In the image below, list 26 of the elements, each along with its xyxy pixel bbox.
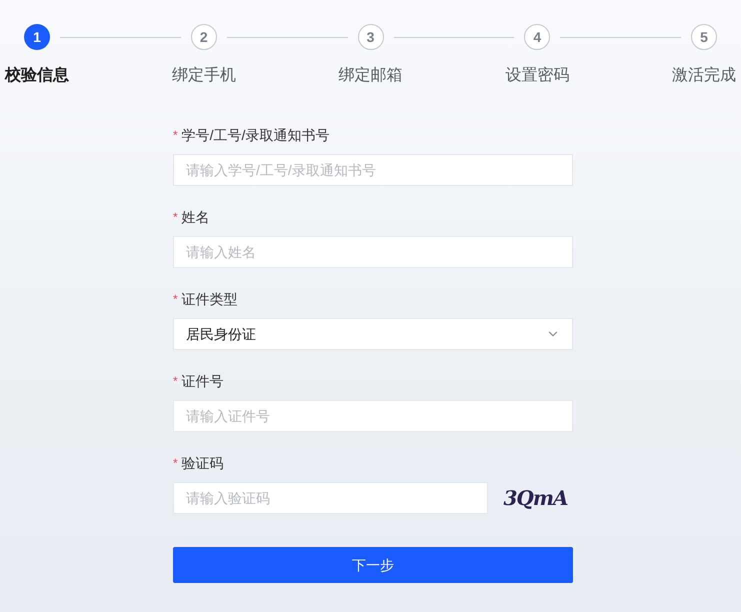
step-label: 绑定手机: [172, 66, 236, 86]
required-asterisk: *: [173, 127, 178, 144]
required-asterisk: *: [173, 455, 178, 472]
text-input[interactable]: 请输入学号/工号/录取通知书号: [173, 154, 573, 186]
step-number: 4: [524, 24, 550, 50]
next-button[interactable]: 下一步: [173, 547, 573, 583]
step-label: 绑定邮箱: [338, 66, 402, 86]
step-number: 1: [24, 24, 50, 50]
step-number: 5: [691, 24, 717, 50]
field-label: 证件类型: [182, 290, 238, 308]
step-number: 3: [358, 24, 384, 50]
step-label: 激活完成: [672, 66, 736, 86]
captcha-input[interactable]: 请输入验证码: [173, 482, 488, 514]
field-label: 姓名: [182, 208, 210, 226]
required-asterisk: *: [173, 209, 178, 226]
required-asterisk: *: [173, 373, 178, 390]
select-field[interactable]: 居民身份证: [173, 318, 573, 350]
field-label: 证件号: [182, 372, 224, 390]
step-number: 2: [190, 24, 217, 50]
step-label: 校验信息: [5, 66, 69, 86]
field-label: 学号/工号/录取通知书号: [182, 126, 330, 144]
required-asterisk: *: [173, 291, 178, 308]
step-label: 设置密码: [505, 66, 570, 86]
field-label: 验证码: [182, 454, 224, 472]
text-input[interactable]: 请输入证件号: [173, 400, 573, 432]
text-input[interactable]: 请输入姓名: [173, 236, 573, 268]
